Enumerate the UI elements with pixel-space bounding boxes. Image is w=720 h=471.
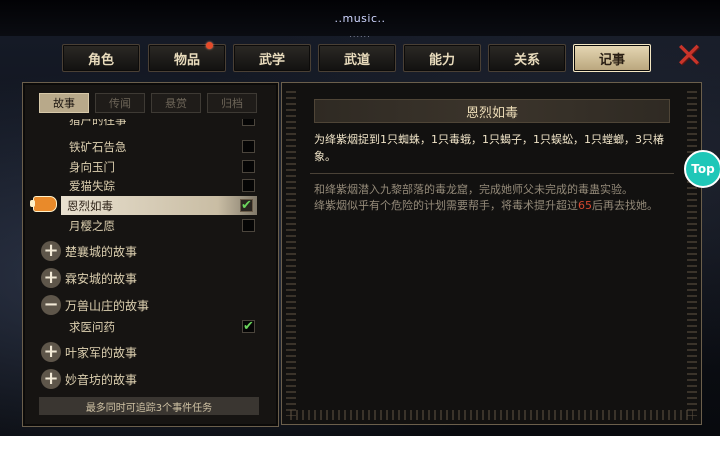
desc-text: 绛紫烟似乎有个危险的计划需要帮手，将毒术提升超过 xyxy=(314,199,578,212)
desc-text: 后再去找她。 xyxy=(592,199,658,212)
border-pattern xyxy=(290,410,693,420)
item-label: 爱猫失踪 xyxy=(69,178,115,193)
track-checkbox-checked[interactable]: ✔ xyxy=(242,319,255,334)
group-linan[interactable]: + 霖安城的故事 xyxy=(41,267,137,289)
quest-objective: 为绛紫烟捉到1只蜘蛛，1只毒蛾，1只蝎子，1只蜈蚣，1只螳螂，3只椿象。 xyxy=(314,133,664,163)
expand-plus-icon[interactable]: + xyxy=(41,342,61,362)
item-label: 铁矿石告急 xyxy=(69,139,127,154)
tab-martial-way[interactable]: 武道 xyxy=(318,44,396,72)
group-label: 万兽山庄的故事 xyxy=(65,298,150,313)
border-pattern xyxy=(286,91,296,416)
desc-line: 绛紫烟似乎有个危险的计划需要帮手，将毒术提升超过65后再去找她。 xyxy=(314,198,674,214)
music-indicator: ..music.. xyxy=(334,12,386,25)
list-item[interactable]: 爱猫失踪 xyxy=(63,176,259,195)
track-checkbox[interactable] xyxy=(242,119,255,126)
tab-label: 武道 xyxy=(343,52,370,68)
border-pattern xyxy=(687,91,697,416)
track-checkbox[interactable] xyxy=(242,219,255,232)
notification-dot-icon xyxy=(206,42,213,49)
item-label: 求医问药 xyxy=(69,319,115,334)
group-wanshou[interactable]: − 万兽山庄的故事 xyxy=(41,294,149,316)
track-checkbox[interactable] xyxy=(242,140,255,153)
list-item[interactable]: 月樱之愿 xyxy=(63,216,259,235)
tab-label: 记事 xyxy=(598,52,625,68)
tab-label: 能力 xyxy=(428,52,455,68)
scroll-top-button[interactable]: Top xyxy=(684,150,720,188)
tab-character[interactable]: 角色 xyxy=(62,44,140,72)
tab-martial-arts[interactable]: 武学 xyxy=(233,44,311,72)
collapse-minus-icon[interactable]: − xyxy=(41,295,61,315)
track-checkbox[interactable] xyxy=(242,179,255,192)
list-item[interactable]: 身向玉门 xyxy=(63,157,259,176)
group-chuxiang[interactable]: + 楚襄城的故事 xyxy=(41,240,137,262)
item-label: 月樱之愿 xyxy=(69,218,115,233)
list-item[interactable]: 猎户的往事 xyxy=(63,119,259,129)
expand-plus-icon[interactable]: + xyxy=(41,268,61,288)
tab-journal[interactable]: 记事 xyxy=(573,44,651,72)
quest-detail-panel: 恩烈如毒 为绛紫烟捉到1只蜘蛛，1只毒蛾，1只蝎子，1只蜈蚣，1只螳螂，3只椿象… xyxy=(281,82,702,425)
group-label: 妙音坊的故事 xyxy=(65,372,138,387)
item-label: 恩烈如毒 xyxy=(67,198,113,213)
item-label: 身向玉门 xyxy=(69,159,115,174)
track-checkbox-checked[interactable]: ✔ xyxy=(240,198,253,213)
tab-abilities[interactable]: 能力 xyxy=(403,44,481,72)
subtab-archive[interactable]: 归档 xyxy=(207,93,257,113)
expand-plus-icon[interactable]: + xyxy=(41,369,61,389)
desc-line: 和绛紫烟潜入九黎部落的毒龙窟，完成她师父未完成的毒蛊实验。 xyxy=(314,183,633,196)
pointing-hand-icon xyxy=(30,196,57,212)
close-x-icon: ✕ xyxy=(674,36,704,76)
quest-title: 恩烈如毒 xyxy=(314,99,670,123)
group-label: 叶家军的故事 xyxy=(65,345,138,360)
list-item[interactable]: 求医问药 ✔ xyxy=(63,317,259,336)
group-label: 楚襄城的故事 xyxy=(65,244,138,259)
expand-plus-icon[interactable]: + xyxy=(41,241,61,261)
tab-label: 角色 xyxy=(87,52,114,68)
item-label: 猎户的往事 xyxy=(69,119,127,127)
bottom-margin xyxy=(0,436,720,471)
tab-relations[interactable]: 关系 xyxy=(488,44,566,72)
tab-label: 武学 xyxy=(258,52,285,68)
list-item-selected[interactable]: 恩烈如毒 ✔ xyxy=(61,196,257,215)
quest-list-panel: 故事 传闻 悬赏 归档 猎户的往事 铁矿石告急 身向玉门 爱猫失踪 恩烈如毒 ✔ … xyxy=(22,82,279,427)
quest-description: 和绛紫烟潜入九黎部落的毒龙窟，完成她师父未完成的毒蛊实验。 绛紫烟似乎有个危险的… xyxy=(314,182,674,214)
quest-list[interactable]: 猎户的往事 铁矿石告急 身向玉门 爱猫失踪 恩烈如毒 ✔ 月樱之愿 + 楚襄城的故事… xyxy=(23,119,278,389)
subtab-story[interactable]: 故事 xyxy=(39,93,89,113)
group-miaoyin[interactable]: + 妙音坊的故事 xyxy=(41,368,137,389)
list-item[interactable]: 铁矿石告急 xyxy=(63,137,259,156)
tracking-limit-note: 最多同时可追踪3个事件任务 xyxy=(39,397,259,415)
skill-threshold: 65 xyxy=(578,199,592,212)
group-yejiajun[interactable]: + 叶家军的故事 xyxy=(41,341,137,363)
track-checkbox[interactable] xyxy=(242,160,255,173)
subtab-rumors[interactable]: 传闻 xyxy=(95,93,145,113)
tab-label: 物品 xyxy=(173,52,200,68)
tab-label: 关系 xyxy=(513,52,540,68)
tab-items[interactable]: 物品 xyxy=(148,42,226,72)
close-button[interactable]: ✕ xyxy=(672,36,706,76)
divider xyxy=(310,173,674,174)
group-label: 霖安城的故事 xyxy=(65,271,138,286)
subtab-bounties[interactable]: 悬赏 xyxy=(151,93,201,113)
status-dots: ...... xyxy=(349,30,371,39)
